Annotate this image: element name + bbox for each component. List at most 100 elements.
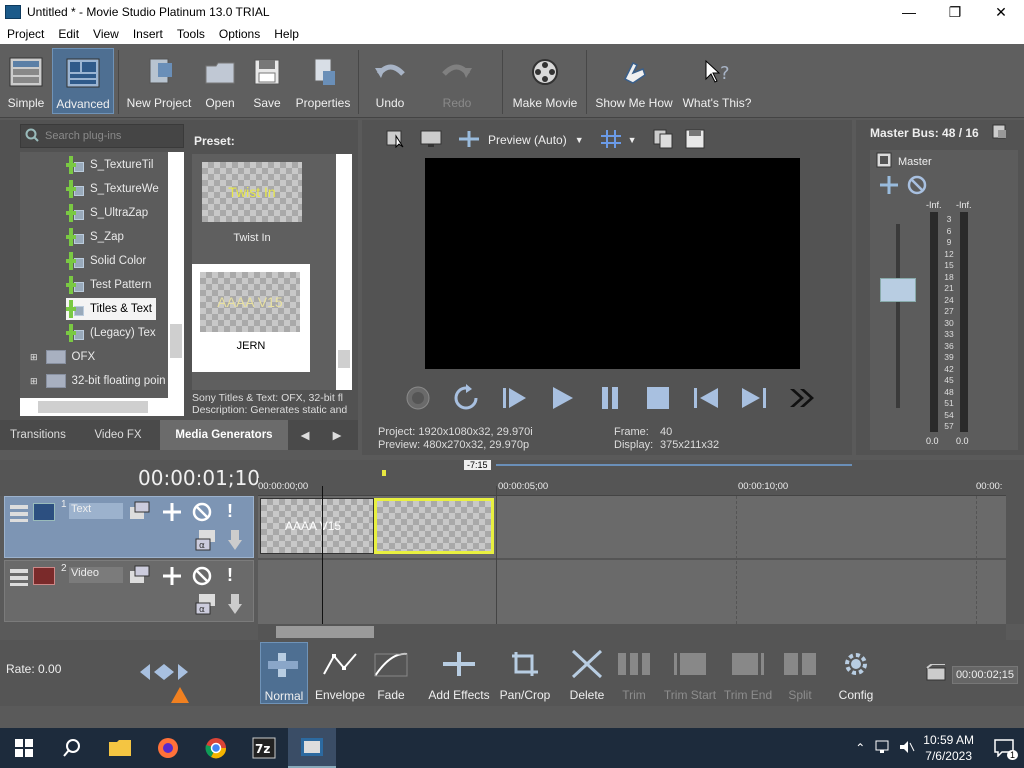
simple-button[interactable]: Simple bbox=[4, 48, 48, 114]
windows-start-icon[interactable] bbox=[0, 728, 48, 768]
playhead[interactable] bbox=[322, 486, 323, 624]
folder-item[interactable]: ⊞ OFX bbox=[30, 346, 95, 368]
plugin-item[interactable]: S_UltraZap bbox=[66, 202, 148, 224]
menu-insert[interactable]: Insert bbox=[126, 27, 170, 41]
solo-icon[interactable]: ! bbox=[227, 501, 233, 522]
timeline-hscrollbar[interactable] bbox=[258, 624, 1006, 640]
shuttle-icon[interactable] bbox=[140, 662, 188, 685]
menu-project[interactable]: Project bbox=[0, 27, 51, 41]
notifications-button[interactable]: 1 bbox=[984, 728, 1024, 768]
track-header-text[interactable]: 1 Text ! α bbox=[4, 496, 254, 558]
close-button[interactable]: ✕ bbox=[978, 0, 1024, 24]
delete-button[interactable]: Delete bbox=[566, 642, 608, 704]
mixer-properties-icon[interactable] bbox=[992, 124, 1008, 143]
make-movie-button[interactable]: Make Movie bbox=[510, 48, 580, 114]
video-properties-icon[interactable] bbox=[386, 130, 406, 151]
grid-icon[interactable] bbox=[600, 129, 622, 152]
tab-video-fx[interactable]: Video FX bbox=[76, 420, 160, 450]
plugin-search[interactable]: Search plug-ins bbox=[20, 124, 184, 148]
folder-item[interactable]: ⊞ 32-bit floating poin bbox=[30, 370, 166, 392]
hscrollbar-thumb[interactable] bbox=[276, 626, 374, 638]
maximize-button[interactable]: ❐ bbox=[932, 0, 978, 24]
normal-edit-tool-button[interactable]: Normal bbox=[260, 642, 308, 704]
split-button[interactable]: Split bbox=[780, 642, 820, 704]
text-clip-selected[interactable] bbox=[374, 498, 494, 554]
play-from-start-icon[interactable] bbox=[498, 382, 530, 414]
clock[interactable]: 10:59 AM 7/6/2023 bbox=[923, 732, 974, 764]
tab-media-generators[interactable]: Media Generators bbox=[160, 420, 288, 450]
menu-tools[interactable]: Tools bbox=[170, 27, 212, 41]
chrome-icon[interactable] bbox=[192, 728, 240, 768]
track-menu-icon[interactable] bbox=[9, 503, 29, 526]
menu-options[interactable]: Options bbox=[212, 27, 267, 41]
go-to-end-icon[interactable] bbox=[738, 382, 770, 414]
movie-studio-icon[interactable] bbox=[288, 728, 336, 768]
compositing-mode-icon[interactable] bbox=[129, 565, 151, 588]
preset-scrollbar[interactable] bbox=[336, 154, 352, 390]
open-button[interactable]: Open bbox=[200, 48, 240, 114]
network-icon[interactable] bbox=[875, 740, 891, 757]
chevron-down-icon[interactable]: ▼ bbox=[575, 135, 584, 145]
composite-alpha-icon[interactable]: α bbox=[195, 529, 217, 554]
new-project-button[interactable]: New Project bbox=[124, 48, 194, 114]
plugin-item[interactable]: Test Pattern bbox=[66, 274, 151, 296]
track-header-video[interactable]: 2 Video ! α bbox=[4, 560, 254, 622]
chevron-down-icon[interactable]: ▼ bbox=[628, 135, 637, 145]
trim-button[interactable]: Trim bbox=[614, 642, 654, 704]
save-button[interactable]: Save bbox=[248, 48, 286, 114]
plugin-item[interactable]: S_TextureWe bbox=[66, 178, 159, 200]
loop-icon[interactable] bbox=[450, 382, 482, 414]
tab-scroll-left-icon[interactable]: ◀ bbox=[288, 420, 322, 450]
properties-button[interactable]: Properties bbox=[292, 48, 354, 114]
save-snapshot-icon[interactable] bbox=[685, 129, 705, 152]
preset-jern[interactable]: AAAA V15 JERN bbox=[192, 264, 310, 372]
menu-edit[interactable]: Edit bbox=[51, 27, 86, 41]
composite-alpha-icon[interactable]: α bbox=[195, 593, 217, 618]
timeline-ruler[interactable]: 00:00:00;00 00:00:05;00 00:00:10;00 00:0… bbox=[258, 478, 1006, 496]
track-fx-icon[interactable] bbox=[161, 565, 183, 590]
file-explorer-icon[interactable] bbox=[96, 728, 144, 768]
track-name[interactable]: Text bbox=[69, 503, 123, 519]
redo-button[interactable]: Redo bbox=[436, 48, 478, 114]
compositing-mode-icon[interactable] bbox=[129, 501, 151, 524]
chevron-up-icon[interactable]: ⌃ bbox=[855, 741, 865, 755]
preview-quality-dropdown[interactable]: Preview (Auto) bbox=[488, 133, 567, 147]
tab-transitions[interactable]: Transitions bbox=[0, 420, 76, 450]
volume-icon[interactable] bbox=[899, 740, 915, 757]
external-monitor-icon[interactable] bbox=[420, 130, 442, 151]
undo-button[interactable]: Undo bbox=[370, 48, 410, 114]
firefox-icon[interactable] bbox=[144, 728, 192, 768]
scrollbar-thumb[interactable] bbox=[170, 324, 182, 358]
fade-to-color-icon[interactable] bbox=[227, 529, 243, 554]
loop-region-bar[interactable] bbox=[496, 464, 852, 466]
more-controls-icon[interactable] bbox=[786, 382, 818, 414]
pause-icon[interactable] bbox=[594, 382, 626, 414]
search-icon[interactable] bbox=[48, 728, 96, 768]
scrollbar-thumb[interactable] bbox=[338, 350, 350, 368]
whats-this-button[interactable]: ? What's This? bbox=[682, 48, 752, 114]
menu-view[interactable]: View bbox=[86, 27, 126, 41]
plugin-item[interactable]: Solid Color bbox=[66, 250, 146, 272]
plugin-tree-hscrollbar[interactable] bbox=[20, 398, 184, 416]
mute-icon[interactable] bbox=[906, 174, 928, 199]
track-name[interactable]: Video bbox=[69, 567, 123, 583]
go-to-start-icon[interactable] bbox=[690, 382, 722, 414]
menu-help[interactable]: Help bbox=[267, 27, 306, 41]
config-button[interactable]: Config bbox=[834, 642, 878, 704]
trim-start-button[interactable]: Trim Start bbox=[664, 642, 716, 704]
hscrollbar-thumb[interactable] bbox=[38, 401, 148, 413]
preset-twist-in[interactable]: Twist In Twist In bbox=[196, 158, 308, 262]
trim-end-button[interactable]: Trim End bbox=[724, 642, 772, 704]
minimize-button[interactable]: — bbox=[886, 0, 932, 24]
fade-to-color-icon[interactable] bbox=[227, 593, 243, 618]
mute-icon[interactable] bbox=[191, 501, 213, 526]
timeline-vscrollbar[interactable] bbox=[1006, 460, 1024, 624]
plugin-item[interactable]: S_TextureTil bbox=[66, 154, 154, 176]
track-fx-icon[interactable] bbox=[161, 501, 183, 526]
plugin-item[interactable]: S_Zap bbox=[66, 226, 124, 248]
mute-icon[interactable] bbox=[191, 565, 213, 590]
text-clip[interactable]: AAAA V15 bbox=[260, 498, 374, 554]
fade-button[interactable]: Fade bbox=[370, 642, 412, 704]
copy-snapshot-icon[interactable] bbox=[653, 129, 675, 152]
play-icon[interactable] bbox=[546, 382, 578, 414]
